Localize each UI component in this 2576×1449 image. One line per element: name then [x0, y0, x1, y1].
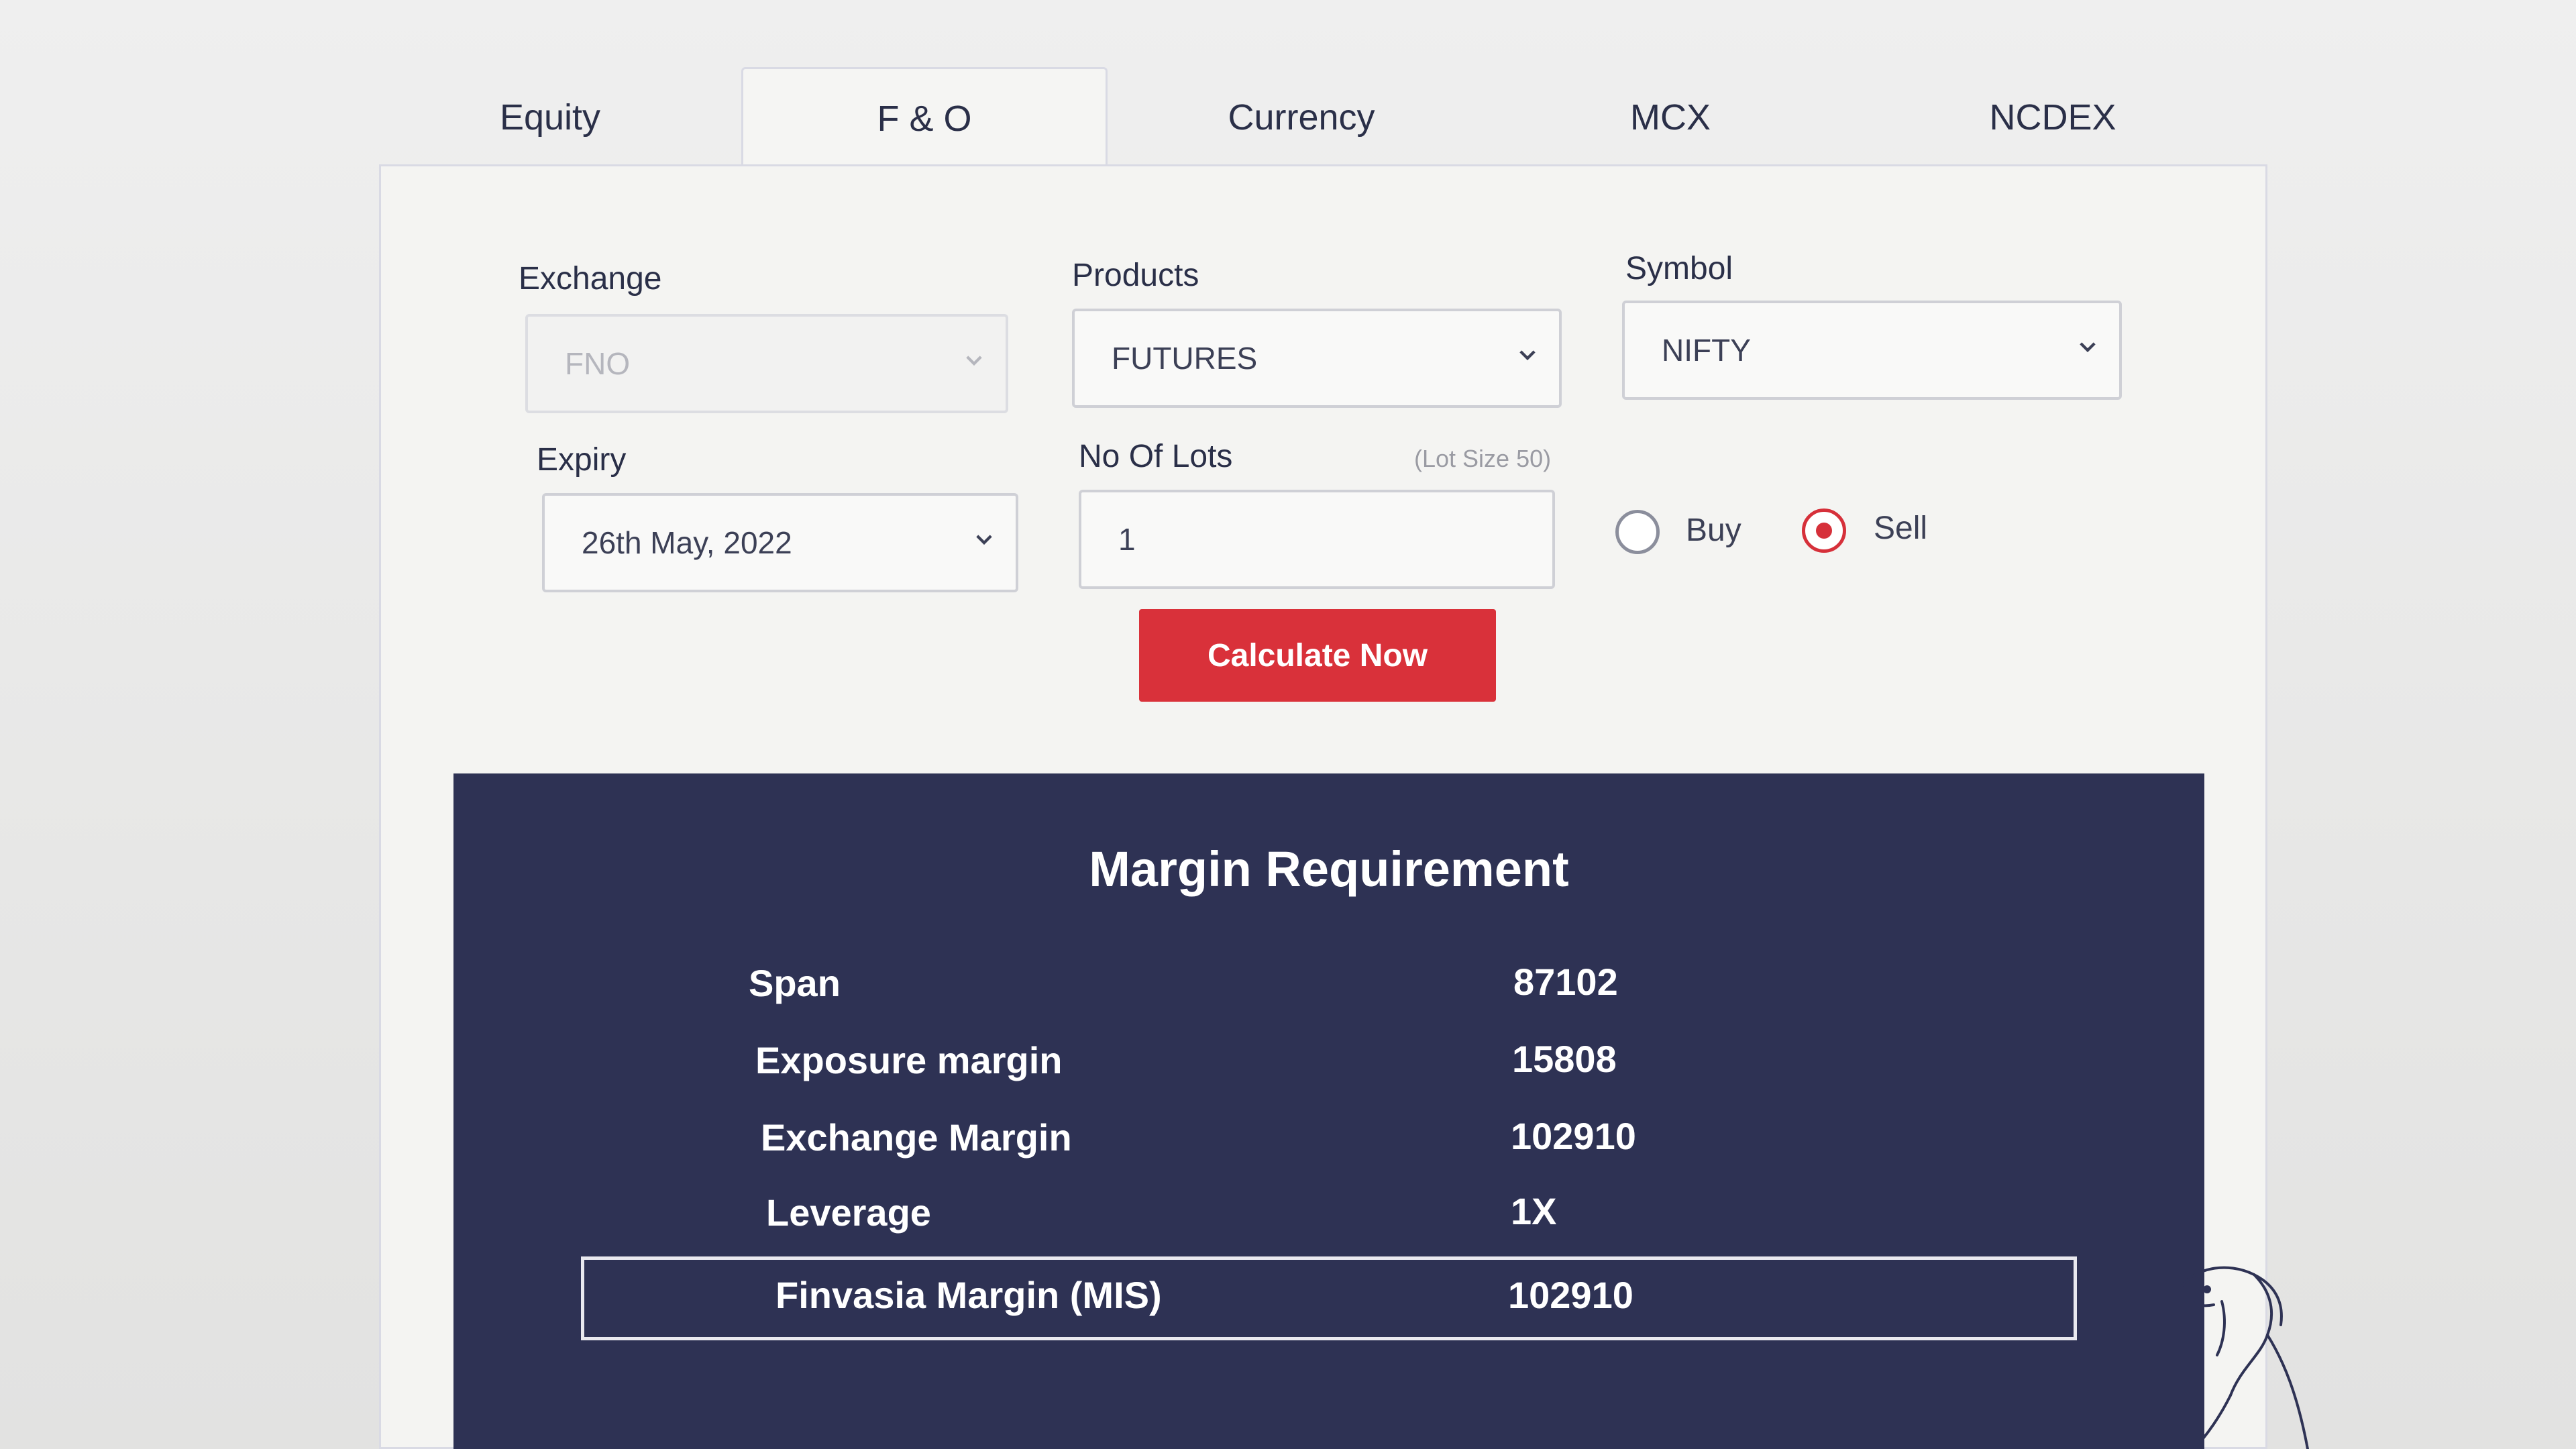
- sell-radio[interactable]: [1802, 508, 1846, 553]
- sell-label[interactable]: Sell: [1874, 510, 1927, 547]
- expiry-label: Expiry: [537, 442, 627, 478]
- calculate-now-button[interactable]: Calculate Now: [1139, 609, 1496, 702]
- tab-fno[interactable]: F & O: [741, 67, 1108, 168]
- exposure-margin-label: Exposure margin: [755, 1039, 1063, 1081]
- products-label: Products: [1072, 258, 1199, 293]
- tab-currency[interactable]: Currency: [1154, 67, 1449, 168]
- segment-tabs: Equity F & O Currency MCX NCDEX: [376, 67, 2267, 168]
- lots-value: 1: [1118, 522, 1136, 557]
- dog-mascot-icon: [2179, 1266, 2309, 1449]
- products-value: FUTURES: [1112, 341, 1258, 376]
- chevron-down-icon: [976, 535, 992, 545]
- finvasia-margin-label: Finvasia Margin (MIS): [775, 1274, 1162, 1316]
- exchange-margin-label: Exchange Margin: [761, 1116, 1072, 1159]
- exchange-select[interactable]: FNO: [525, 314, 1008, 413]
- exchange-value: FNO: [565, 346, 631, 381]
- expiry-value: 26th May, 2022: [582, 525, 792, 560]
- symbol-label: Symbol: [1625, 251, 1733, 286]
- finvasia-margin-value: 102910: [1508, 1274, 1633, 1316]
- chevron-down-icon: [2080, 342, 2096, 353]
- lot-size-note: (Lot Size 50): [1414, 445, 1552, 472]
- products-select[interactable]: FUTURES: [1072, 309, 1562, 408]
- symbol-value: NIFTY: [1662, 333, 1751, 368]
- leverage-value: 1X: [1511, 1190, 1557, 1232]
- expiry-select[interactable]: 26th May, 2022: [542, 493, 1018, 592]
- margin-results-panel: Margin Requirement Span 87102 Exposure m…: [453, 773, 2204, 1449]
- screen: Equity F & O Currency MCX NCDEX Exchange…: [0, 0, 2576, 1449]
- symbol-select[interactable]: NIFTY: [1622, 301, 2122, 400]
- exposure-margin-value: 15808: [1512, 1038, 1617, 1080]
- span-value: 87102: [1513, 961, 1618, 1003]
- tab-equity[interactable]: Equity: [429, 67, 671, 168]
- buy-label[interactable]: Buy: [1686, 512, 1741, 549]
- tab-mcx[interactable]: MCX: [1543, 67, 1798, 168]
- lots-input[interactable]: 1: [1079, 490, 1555, 589]
- calculator-card: Exchange Products Symbol FNO FUTURES NIF…: [379, 164, 2267, 1449]
- results-title: Margin Requirement: [1089, 841, 1569, 897]
- chevron-down-icon: [966, 356, 982, 366]
- leverage-label: Leverage: [766, 1191, 931, 1234]
- exchange-label: Exchange: [519, 261, 662, 297]
- buy-radio[interactable]: [1615, 510, 1660, 554]
- span-label: Span: [749, 962, 841, 1004]
- chevron-down-icon: [1519, 350, 1536, 361]
- exchange-margin-value: 102910: [1511, 1115, 1636, 1157]
- lots-label: No Of Lots: [1079, 439, 1233, 474]
- tab-ncdex[interactable]: NCDEX: [1905, 67, 2200, 168]
